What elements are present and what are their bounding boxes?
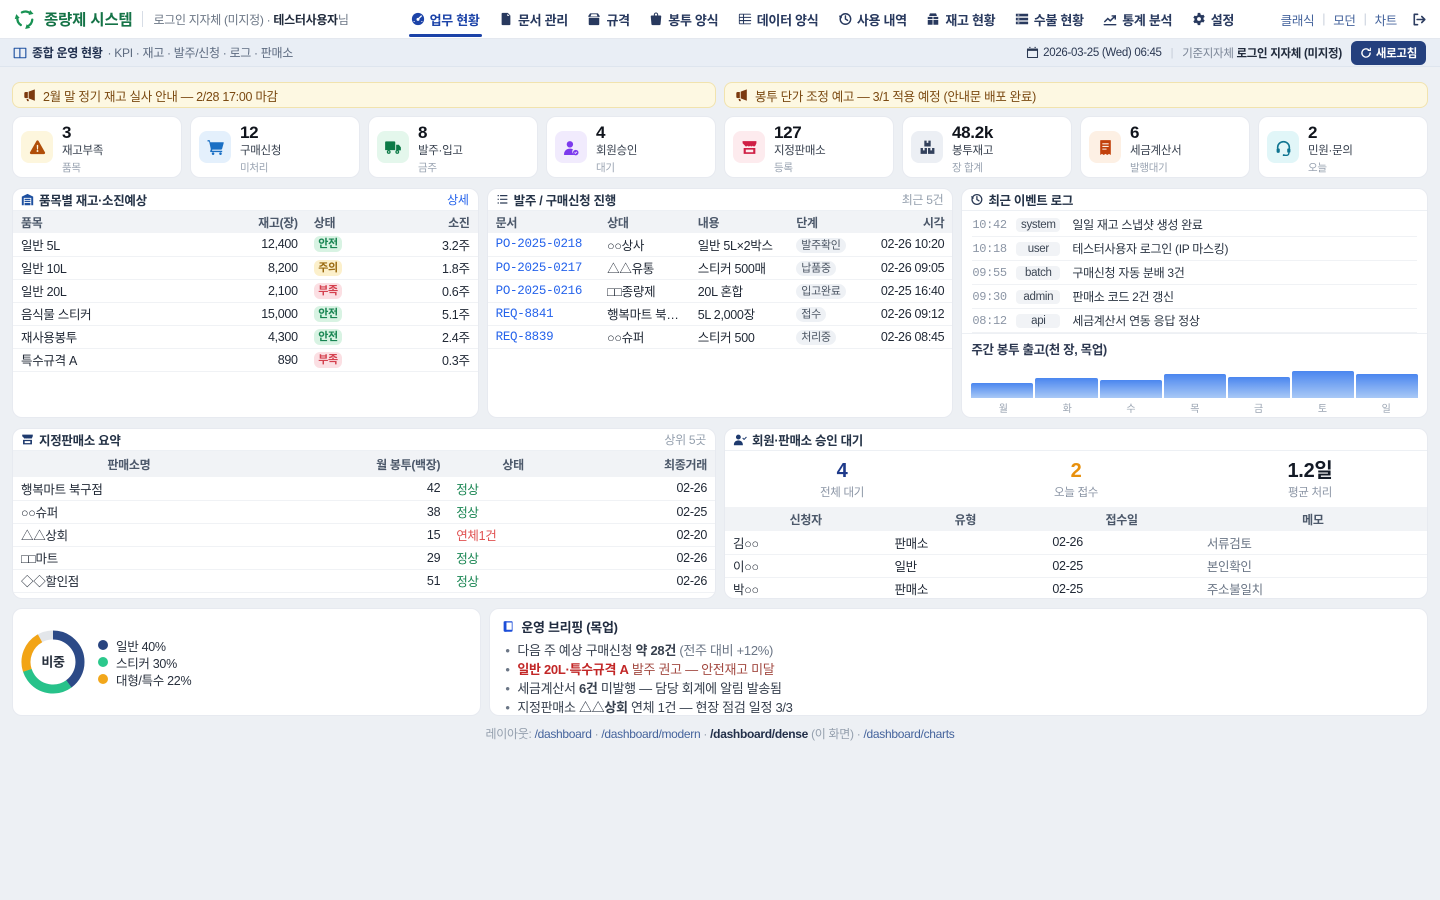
svg-text:비중: 비중 xyxy=(41,655,65,670)
